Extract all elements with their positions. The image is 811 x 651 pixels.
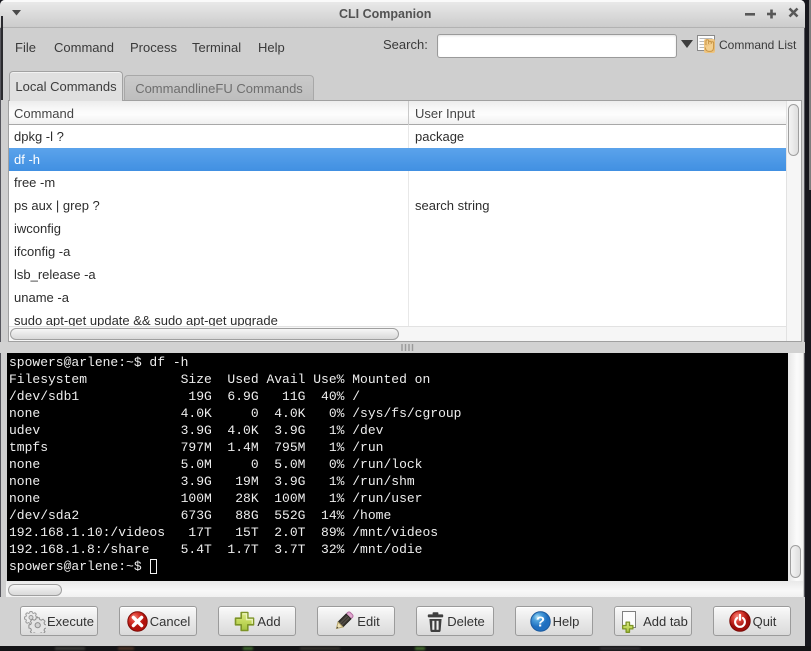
svg-text:?: ? (536, 613, 545, 630)
